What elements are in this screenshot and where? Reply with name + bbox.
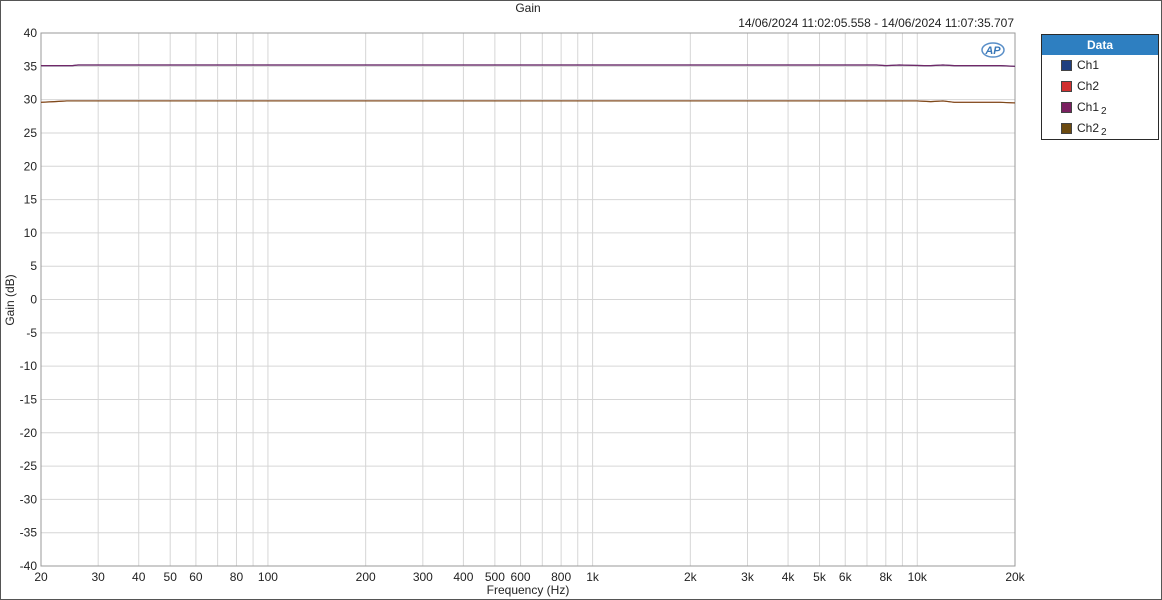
y-tick-label: 25: [24, 126, 38, 140]
x-tick-label: 30: [91, 570, 105, 584]
x-tick-label: 20: [34, 570, 48, 584]
x-tick-label: 50: [164, 570, 178, 584]
legend-item-ch2-2[interactable]: Ch2 2: [1042, 118, 1158, 139]
ap-logo-icon: AP: [981, 42, 1005, 58]
legend-swatch: [1061, 123, 1072, 134]
x-tick-labels: 20 30 40 50 60 80 100 200 300 400 500 600 800 1k 2k 3k 4…: [34, 570, 1025, 584]
y-tick-label: 15: [24, 193, 38, 207]
legend-label: Ch1: [1077, 58, 1100, 72]
series-lines: [40, 64, 1016, 104]
x-tick-label: 800: [551, 570, 571, 584]
y-tick-label: 20: [24, 159, 38, 173]
ap-logo-text: AP: [984, 45, 1001, 57]
legend-item-ch1-2[interactable]: Ch1 2: [1042, 97, 1158, 118]
x-tick-label: 200: [356, 570, 376, 584]
x-tick-label: 10k: [908, 570, 928, 584]
y-tick-label: 0: [30, 293, 37, 307]
legend-swatch: [1061, 60, 1072, 71]
grid-lines: [40, 32, 1016, 567]
legend: Data Ch1 Ch2 Ch1 2 Ch2 2: [1041, 34, 1159, 140]
x-tick-label: 500: [485, 570, 505, 584]
y-tick-label: 5: [30, 259, 37, 273]
x-tick-label: 1k: [586, 570, 600, 584]
x-tick-label: 6k: [839, 570, 853, 584]
legend-swatch: [1061, 81, 1072, 92]
y-tick-label: -5: [26, 326, 37, 340]
y-tick-label: -25: [20, 459, 38, 473]
y-tick-label: -15: [20, 392, 38, 406]
y-tick-label: -30: [20, 492, 38, 506]
legend-item-ch2[interactable]: Ch2: [1042, 76, 1158, 97]
legend-title: Data: [1042, 35, 1158, 55]
y-tick-label: -35: [20, 526, 38, 540]
x-axis-label: Frequency (Hz): [487, 583, 570, 597]
legend-label: Ch1: [1077, 100, 1100, 114]
x-tick-label: 300: [413, 570, 433, 584]
series-line-ch2-2: [40, 100, 1016, 104]
x-tick-label: 60: [189, 570, 203, 584]
legend-item-ch1[interactable]: Ch1: [1042, 55, 1158, 76]
x-tick-label: 2k: [684, 570, 698, 584]
x-tick-label: 20k: [1005, 570, 1025, 584]
legend-sub: 2: [1101, 127, 1107, 138]
y-tick-label: 35: [24, 59, 38, 73]
x-tick-label: 600: [511, 570, 531, 584]
legend-label: Ch2: [1077, 121, 1100, 135]
legend-sub: 2: [1101, 106, 1107, 117]
x-tick-label: 400: [453, 570, 473, 584]
x-tick-label: 40: [132, 570, 146, 584]
y-tick-labels: 4035302520151050-5-10-15-20-25-30-35-40: [20, 26, 38, 573]
legend-swatch: [1061, 102, 1072, 113]
y-tick-label: 10: [24, 226, 38, 240]
y-tick-label: -20: [20, 426, 38, 440]
x-tick-label: 4k: [782, 570, 796, 584]
y-tick-label: -10: [20, 359, 38, 373]
plot-area: 4035302520151050-5-10-15-20-25-30-35-40 …: [3, 26, 1026, 597]
x-tick-label: 3k: [741, 570, 755, 584]
x-tick-label: 8k: [879, 570, 893, 584]
x-tick-label: 5k: [813, 570, 827, 584]
legend-label: Ch2: [1077, 79, 1100, 93]
x-tick-label: 100: [258, 570, 278, 584]
y-tick-label: 40: [24, 26, 38, 40]
x-tick-label: 80: [230, 570, 244, 584]
y-axis-label: Gain (dB): [3, 274, 17, 325]
y-tick-label: 30: [24, 93, 38, 107]
